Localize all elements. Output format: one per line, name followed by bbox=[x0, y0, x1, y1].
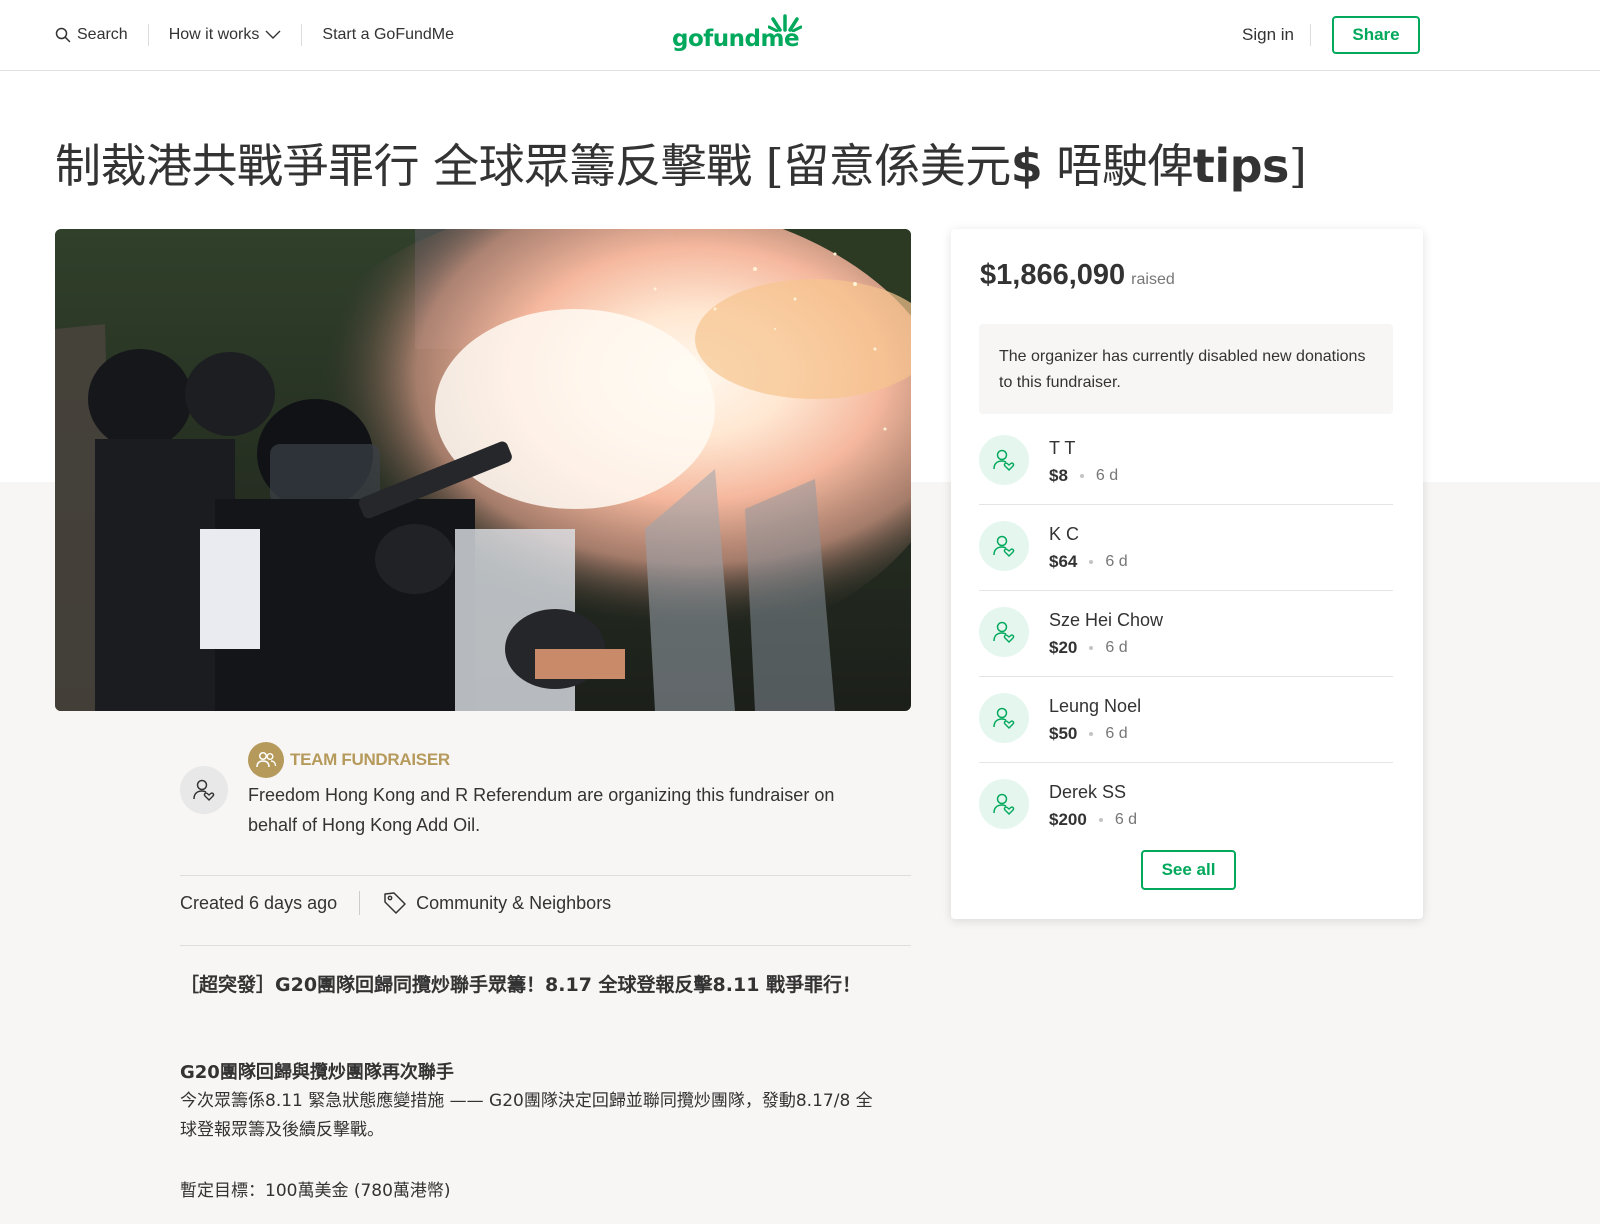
donation-sidebar-card: $1,866,090 raised The organizer has curr… bbox=[951, 229, 1423, 919]
donor-avatar bbox=[979, 435, 1029, 485]
donor-name: Sze Hei Chow bbox=[1049, 610, 1164, 630]
donation-meta: $20 6 d bbox=[1049, 638, 1128, 658]
donor-avatar bbox=[979, 779, 1029, 829]
category-label: Community & Neighbors bbox=[416, 892, 612, 913]
nav-divider bbox=[147, 24, 149, 46]
tag-icon bbox=[384, 892, 406, 914]
donation-meta: $50 6 d bbox=[1049, 724, 1128, 744]
donation-meta: $64 6 d bbox=[1049, 552, 1128, 572]
team-fundraiser-label: TEAM FUNDRAISER bbox=[290, 750, 450, 769]
nav-divider bbox=[1310, 24, 1311, 46]
top-navigation-bar: Search How it works Start a GoFundMe gof… bbox=[0, 0, 1600, 71]
see-all-button[interactable]: See all bbox=[1141, 850, 1236, 890]
how-it-works-label: How it works bbox=[168, 26, 260, 43]
story-target: 暫定目標：100萬美金 (780萬港幣) bbox=[180, 1181, 451, 1201]
meta-divider bbox=[359, 891, 361, 915]
story-headline: ［超突發］G20團隊回歸同攬炒聯手眾籌！8.17 全球登報反擊8.11 戰爭罪行… bbox=[180, 974, 862, 996]
user-heart-icon bbox=[993, 449, 1015, 471]
story-subheading: G20團隊回歸與攬炒團隊再次聯手 bbox=[180, 1062, 454, 1083]
dot-separator bbox=[1079, 474, 1084, 478]
hero-image-illustration bbox=[55, 229, 911, 711]
donation-item: Leung Noel $50 6 d bbox=[979, 677, 1393, 763]
gofundme-logo[interactable]: gofundme bbox=[672, 14, 806, 58]
created-date: Created 6 days ago bbox=[180, 892, 338, 913]
campaign-meta-row: Created 6 days ago Community & Neighbors bbox=[180, 890, 611, 916]
team-icon bbox=[248, 742, 284, 778]
donation-meta: $200 6 d bbox=[1049, 810, 1137, 830]
user-heart-icon bbox=[993, 793, 1015, 815]
dot-separator bbox=[1098, 818, 1103, 822]
donation-amount: $200 bbox=[1049, 810, 1087, 829]
donation-time: 6 d bbox=[1114, 811, 1138, 828]
dot-separator bbox=[1089, 560, 1094, 564]
how-it-works-menu[interactable]: How it works bbox=[169, 26, 282, 44]
donation-time: 6 d bbox=[1105, 725, 1128, 742]
donation-time: 6 d bbox=[1105, 639, 1128, 656]
raised-label: raised bbox=[1131, 271, 1175, 288]
donation-item: Derek SS $200 6 d bbox=[979, 763, 1393, 848]
title-text-bold: $ bbox=[1010, 139, 1043, 193]
donation-time: 6 d bbox=[1105, 553, 1128, 570]
search-link[interactable]: Search bbox=[55, 26, 128, 44]
user-heart-icon bbox=[993, 621, 1015, 643]
chevron-down-icon bbox=[265, 30, 281, 39]
donation-amount: $20 bbox=[1049, 638, 1078, 657]
donor-avatar bbox=[979, 693, 1029, 743]
dot-separator bbox=[1089, 732, 1094, 736]
nav-left-group: Search How it works Start a GoFundMe bbox=[55, 24, 454, 46]
donation-item: T T $8 6 d bbox=[979, 419, 1393, 505]
donor-avatar bbox=[979, 521, 1029, 571]
organizer-avatar bbox=[180, 766, 228, 814]
section-divider bbox=[180, 875, 911, 876]
share-button[interactable]: Share bbox=[1332, 16, 1420, 54]
user-heart-icon bbox=[993, 535, 1015, 557]
dot-separator bbox=[1089, 646, 1094, 650]
nav-divider bbox=[301, 24, 303, 46]
donor-name: Derek SS bbox=[1049, 782, 1127, 802]
donation-item: Sze Hei Chow $20 6 d bbox=[979, 591, 1393, 677]
user-heart-icon bbox=[993, 707, 1015, 729]
donor-avatar bbox=[979, 607, 1029, 657]
campaign-title: 制裁港共戰爭罪行 全球眾籌反擊戰 [留意係美元$ 唔駛俾tips] bbox=[55, 130, 1515, 196]
title-text-3: ] bbox=[1288, 139, 1307, 193]
donation-time: 6 d bbox=[1095, 467, 1119, 484]
team-fundraiser-badge: TEAM FUNDRAISER bbox=[248, 742, 450, 778]
raised-amount: $1,866,090 bbox=[980, 259, 1126, 291]
user-heart-icon bbox=[193, 779, 215, 801]
title-text-2: 唔駛俾 bbox=[1042, 139, 1193, 193]
logo-sprout-icon bbox=[768, 14, 802, 32]
donation-amount: $8 bbox=[1049, 466, 1068, 485]
donor-name: T T bbox=[1049, 438, 1076, 458]
people-icon bbox=[256, 751, 277, 768]
donation-item: K C $64 6 d bbox=[979, 505, 1393, 591]
donation-meta: $8 6 d bbox=[1049, 466, 1118, 486]
donor-name: K C bbox=[1049, 524, 1080, 544]
organizer-description: Freedom Hong Kong and R Referendum are o… bbox=[248, 785, 835, 835]
section-divider bbox=[180, 945, 911, 946]
sign-in-link[interactable]: Sign in bbox=[1242, 25, 1294, 45]
start-gofundme-link[interactable]: Start a GoFundMe bbox=[322, 26, 454, 44]
title-text-bold-2: tips bbox=[1192, 139, 1290, 193]
search-label: Search bbox=[77, 26, 128, 43]
donor-name: Leung Noel bbox=[1049, 696, 1142, 716]
campaign-hero-image[interactable] bbox=[55, 229, 911, 711]
donation-amount: $50 bbox=[1049, 724, 1078, 743]
recent-donations-list: T T $8 6 d K C $64 6 d Sze Hei Chow $20 … bbox=[979, 419, 1393, 848]
donations-disabled-notice: The organizer has currently disabled new… bbox=[979, 324, 1393, 414]
start-gofundme-label: Start a GoFundMe bbox=[322, 26, 455, 43]
amount-raised: $1,866,090 raised bbox=[980, 259, 1175, 292]
search-icon bbox=[55, 27, 71, 43]
category-link[interactable]: Community & Neighbors bbox=[382, 890, 611, 916]
donation-amount: $64 bbox=[1049, 552, 1078, 571]
story-paragraph: 今次眾籌係8.11 緊急狀態應變措施 —— G20團隊決定回歸並聯同攬炒團隊，發… bbox=[180, 1091, 873, 1140]
title-text-1: 制裁港共戰爭罪行 全球眾籌反擊戰 [留意係美元 bbox=[55, 139, 1011, 193]
